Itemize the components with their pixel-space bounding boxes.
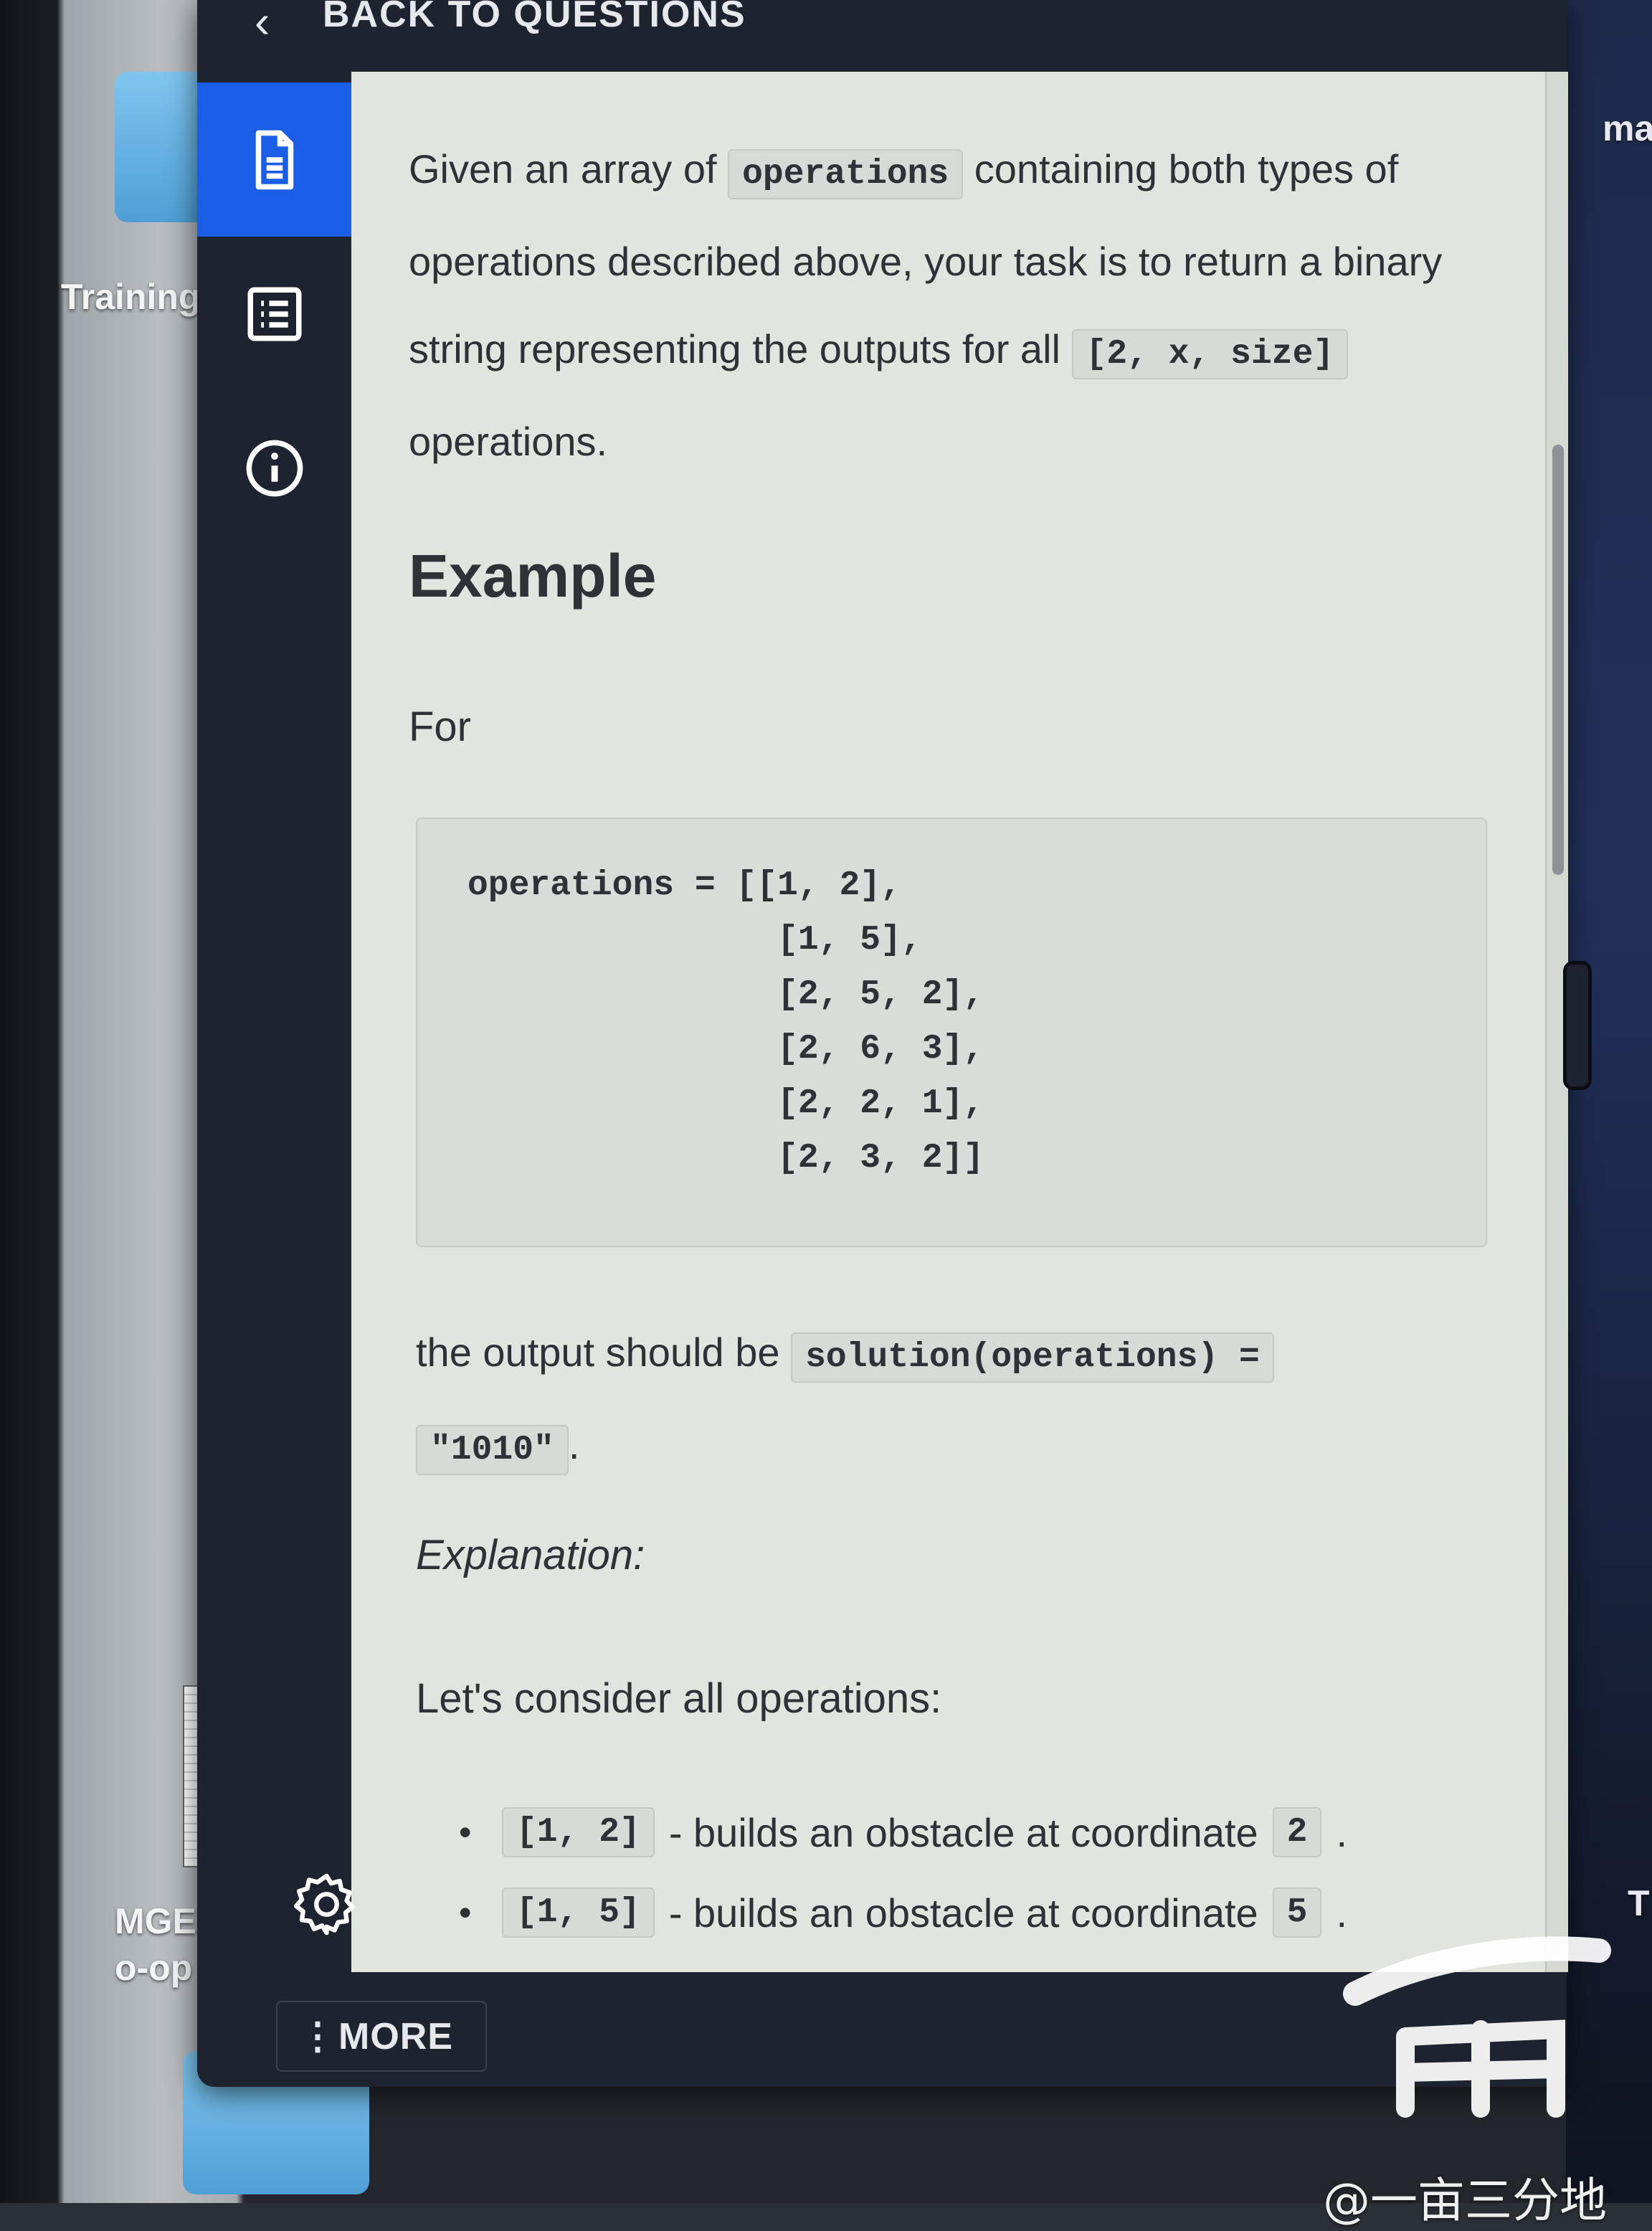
tab-description[interactable]	[197, 82, 351, 237]
inline-code-operations: operations	[728, 149, 964, 199]
back-to-questions-link[interactable]: BACK TO QUESTIONS	[323, 0, 746, 36]
output-text: the output should be	[416, 1330, 780, 1375]
more-label: MORE	[338, 2015, 453, 2057]
intro-text-3: operations.	[409, 419, 608, 464]
panel-resize-handle[interactable]	[1563, 961, 1592, 1090]
adjacent-window-text: ma	[1603, 108, 1652, 148]
inline-code-solution-call: solution(operations) =	[791, 1332, 1274, 1383]
explanation-label: Explanation:	[416, 1532, 645, 1578]
inline-code-operation-format: [2, x, size]	[1071, 329, 1349, 379]
list-item-code: [1, 5]	[502, 1887, 655, 1938]
settings-button[interactable]	[280, 1865, 373, 1943]
consider-text: Let's consider all operations:	[416, 1675, 942, 1722]
document-icon	[255, 130, 293, 189]
list-item: • [1, 2] - builds an obstacle at coordin…	[459, 1800, 1347, 1865]
list-item-value: 5	[1272, 1887, 1322, 1938]
example-code-text: operations = [[1, 2], [1, 5], [2, 5, 2],…	[467, 866, 984, 1178]
question-window: ‹ BACK TO QUESTIONS Given an array of op…	[197, 0, 1568, 2087]
adjacent-window-text: T	[1628, 1883, 1650, 1923]
more-vertical-icon: ⋮	[299, 2015, 336, 2057]
bullet-icon: •	[459, 1812, 472, 1852]
list-item-text: - builds an obstacle at coordinate	[668, 1890, 1258, 1936]
output-period: .	[568, 1422, 580, 1467]
desktop-label-training[interactable]: Training	[61, 276, 200, 318]
intro-text-1: Given an array of	[409, 146, 717, 191]
list-item-value: 2	[1272, 1807, 1322, 1857]
example-code-block: operations = [[1, 2], [1, 5], [2, 5, 2],…	[416, 818, 1487, 1247]
top-bar: ‹ BACK TO QUESTIONS	[197, 0, 1567, 72]
scrollbar-thumb[interactable]	[1552, 445, 1564, 875]
intro-paragraph: Given an array of operations containing …	[409, 125, 1499, 485]
list-icon	[247, 287, 301, 341]
list-item: • [1, 5] - builds an obstacle at coordin…	[459, 1880, 1347, 1945]
example-heading: Example	[409, 542, 657, 610]
list-item-end: .	[1336, 1809, 1348, 1855]
tab-list[interactable]	[197, 237, 351, 391]
question-description-panel: Given an array of operations containing …	[351, 72, 1545, 1972]
output-paragraph: the output should be solution(operations…	[416, 1309, 1506, 1494]
tab-info[interactable]	[197, 391, 351, 545]
info-icon	[246, 440, 303, 496]
for-text: For	[409, 704, 471, 750]
adjacent-window-edge	[1566, 0, 1652, 2203]
list-item-text: - builds an obstacle at coordinate	[668, 1809, 1258, 1855]
inline-code-result: "1010"	[416, 1425, 569, 1475]
chevron-left-icon[interactable]: ‹	[255, 0, 298, 50]
bullet-icon: •	[459, 1893, 472, 1933]
sidebar	[197, 72, 351, 2008]
more-button[interactable]: ⋮ MORE	[276, 2001, 487, 2072]
gear-icon	[293, 1873, 355, 1935]
watermark-logo	[1343, 1936, 1611, 2118]
list-item-code: [1, 2]	[502, 1807, 655, 1857]
watermark-text: @一亩三分地	[1323, 2173, 1607, 2228]
